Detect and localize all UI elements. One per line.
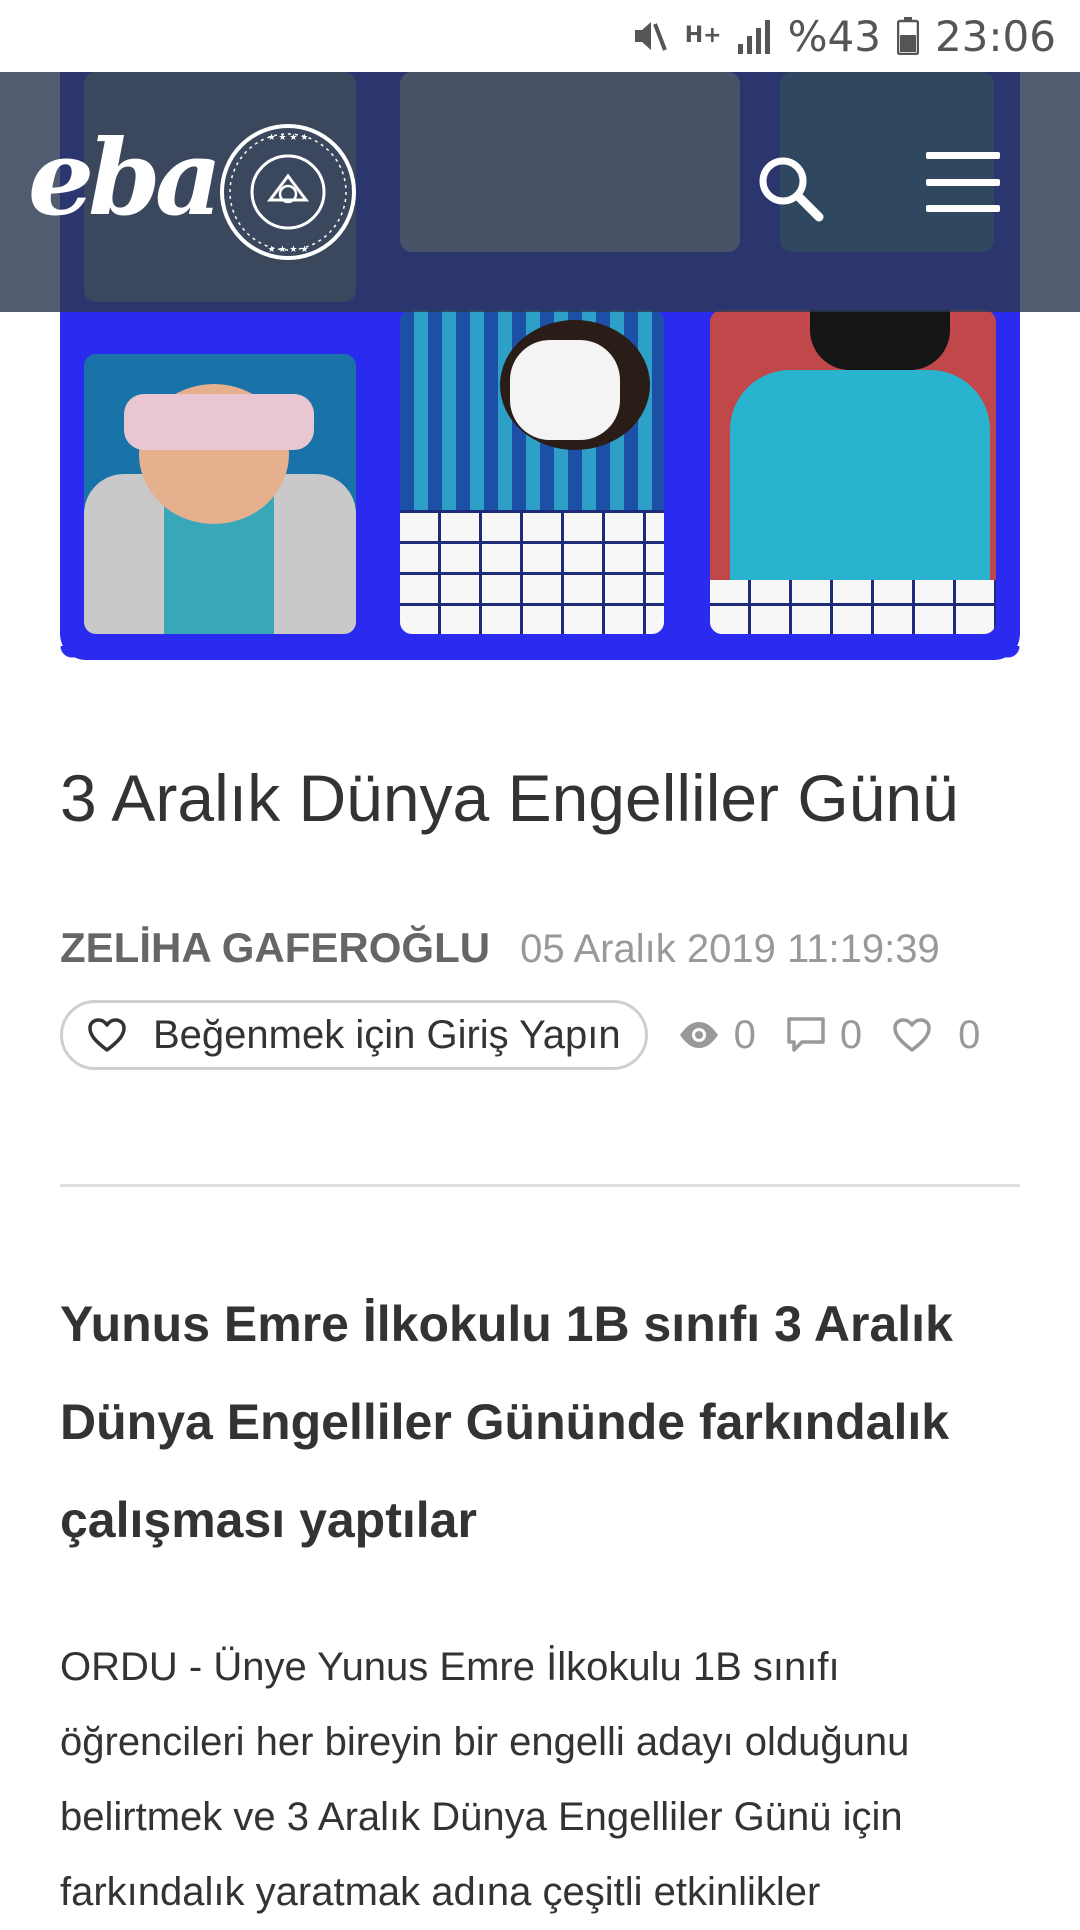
article-meta: ZELİHA GAFEROĞLU 05 Aralık 2019 11:19:39 <box>60 924 1040 972</box>
article-subtitle: Yunus Emre İlkokulu 1B sınıfı 3 Aralık D… <box>60 1296 953 1548</box>
hamburger-menu-icon-bar <box>926 205 1000 212</box>
meb-seal-logo[interactable]: ★ ★ ★ ★ ★ ★ ★ ★ <box>218 122 358 262</box>
hamburger-menu-icon-bar <box>926 152 1000 159</box>
views-stat: 0 <box>678 1013 756 1058</box>
likes-count: 0 <box>958 1012 981 1057</box>
svg-text:★ ★ ★ ★: ★ ★ ★ ★ <box>268 133 309 143</box>
signal-icon <box>737 18 772 54</box>
collage-photo-child-1 <box>84 354 356 634</box>
search-icon <box>759 157 824 222</box>
network-type-label: H+ <box>684 23 722 48</box>
article-author[interactable]: ZELİHA GAFEROĞLU <box>60 924 490 972</box>
article-actions: Beğenmek için Giriş Yapın 0 0 0 <box>60 1000 1040 1070</box>
comments-stat: 0 <box>786 1013 862 1058</box>
collage-photo-child-2 <box>400 310 664 634</box>
heart-icon <box>88 1018 126 1052</box>
heart-outline-icon <box>893 1018 931 1052</box>
battery-icon <box>896 17 919 55</box>
battery-percent: %43 <box>787 11 881 61</box>
hamburger-menu-button[interactable] <box>926 152 1006 212</box>
clock: 23:06 <box>934 11 1056 61</box>
svg-text:★ ★ ★ ★: ★ ★ ★ ★ <box>268 245 309 255</box>
scallop-border <box>60 646 1020 670</box>
article-date: 05 Aralık 2019 11:19:39 <box>520 927 940 971</box>
article-stats: 0 0 0 <box>678 1013 980 1058</box>
eba-logo[interactable]: eba <box>28 118 222 238</box>
mute-icon <box>629 16 669 56</box>
collage-photo-child-3 <box>710 310 996 634</box>
login-to-like-label: Beğenmek için Giriş Yapın <box>153 1012 621 1057</box>
views-count: 0 <box>733 1012 756 1057</box>
status-bar: H+ %43 23:06 <box>0 0 1080 72</box>
network-type-icon: H+ <box>685 25 722 47</box>
comment-icon <box>787 1017 825 1052</box>
hamburger-menu-icon-bar <box>926 178 1000 186</box>
eye-icon <box>679 1022 718 1048</box>
comments-count: 0 <box>839 1012 863 1057</box>
article-title: 3 Aralık Dünya Engelliler Günü <box>60 761 959 835</box>
search-button[interactable] <box>752 150 828 226</box>
divider <box>60 1184 1020 1187</box>
likes-stat: 0 <box>892 1013 980 1058</box>
article-body: ORDU - Ünye Yunus Emre İlkokulu 1B sınıf… <box>60 1645 910 1914</box>
login-to-like-button[interactable]: Beğenmek için Giriş Yapın <box>60 1000 648 1070</box>
